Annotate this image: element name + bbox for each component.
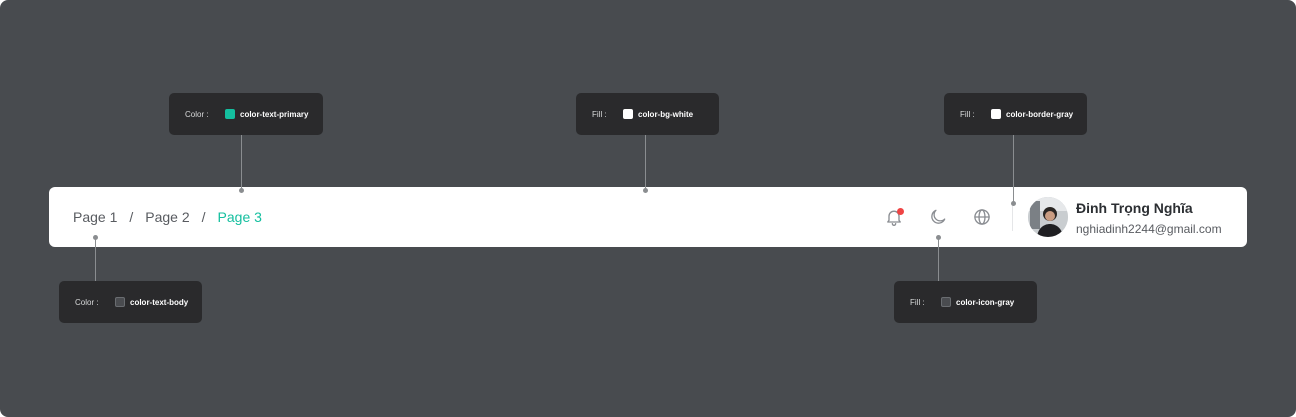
callout-border-gray: Fill : color-border-gray: [944, 93, 1087, 135]
color-swatch: [991, 109, 1001, 119]
connector-pin: [643, 188, 648, 193]
callout-token: color-icon-gray: [956, 297, 1015, 307]
callout-bg-white: Fill : color-bg-white: [576, 93, 719, 135]
color-swatch: [623, 109, 633, 119]
callout-token: color-text-body: [130, 297, 189, 307]
breadcrumb-separator: /: [129, 209, 134, 225]
connector-pin: [93, 235, 98, 240]
breadcrumb: Page 1 / Page 2 / Page 3: [73, 187, 262, 247]
callout-kind: Fill :: [910, 297, 925, 307]
globe-icon: [974, 209, 990, 225]
callout-icon-gray: Fill : color-icon-gray: [894, 281, 1037, 323]
callout-token: color-text-primary: [240, 109, 309, 119]
language-button[interactable]: [971, 206, 993, 228]
color-swatch: [225, 109, 235, 119]
callout-kind: Color :: [75, 297, 99, 307]
connector-line: [1013, 135, 1014, 203]
annotation-canvas: Page 1 / Page 2 / Page 3 Đinh Trọng Nghĩ…: [0, 0, 1296, 417]
connector-line: [938, 238, 939, 282]
notifications-button[interactable]: [883, 206, 905, 228]
connector-pin: [239, 188, 244, 193]
callout-kind: Fill :: [960, 109, 975, 119]
header-divider: [1012, 203, 1013, 231]
notification-badge: [897, 208, 904, 215]
callout-kind: Color :: [185, 109, 209, 119]
connector-line: [241, 135, 242, 190]
breadcrumb-page-2[interactable]: Page 2: [145, 209, 189, 225]
avatar[interactable]: [1028, 197, 1068, 237]
moon-icon: [931, 209, 946, 224]
callout-text-body: Color : color-text-body: [59, 281, 202, 323]
connector-pin: [1011, 201, 1016, 206]
callout-token: color-border-gray: [1006, 109, 1074, 119]
user-photo: [1028, 197, 1068, 237]
breadcrumb-page-1[interactable]: Page 1: [73, 209, 117, 225]
breadcrumb-page-3[interactable]: Page 3: [218, 209, 262, 225]
connector-line: [95, 238, 96, 282]
color-swatch: [115, 297, 125, 307]
app-header: Page 1 / Page 2 / Page 3 Đinh Trọng Nghĩ…: [49, 187, 1247, 247]
callout-kind: Fill :: [592, 109, 607, 119]
connector-line: [645, 135, 646, 190]
color-swatch: [941, 297, 951, 307]
breadcrumb-separator: /: [201, 209, 206, 225]
theme-toggle-button[interactable]: [927, 206, 949, 228]
user-email: nghiadinh2244@gmail.com: [1076, 222, 1222, 236]
callout-text-primary: Color : color-text-primary: [169, 93, 323, 135]
user-name: Đinh Trọng Nghĩa: [1076, 200, 1193, 216]
callout-token: color-bg-white: [638, 109, 694, 119]
connector-pin: [936, 235, 941, 240]
